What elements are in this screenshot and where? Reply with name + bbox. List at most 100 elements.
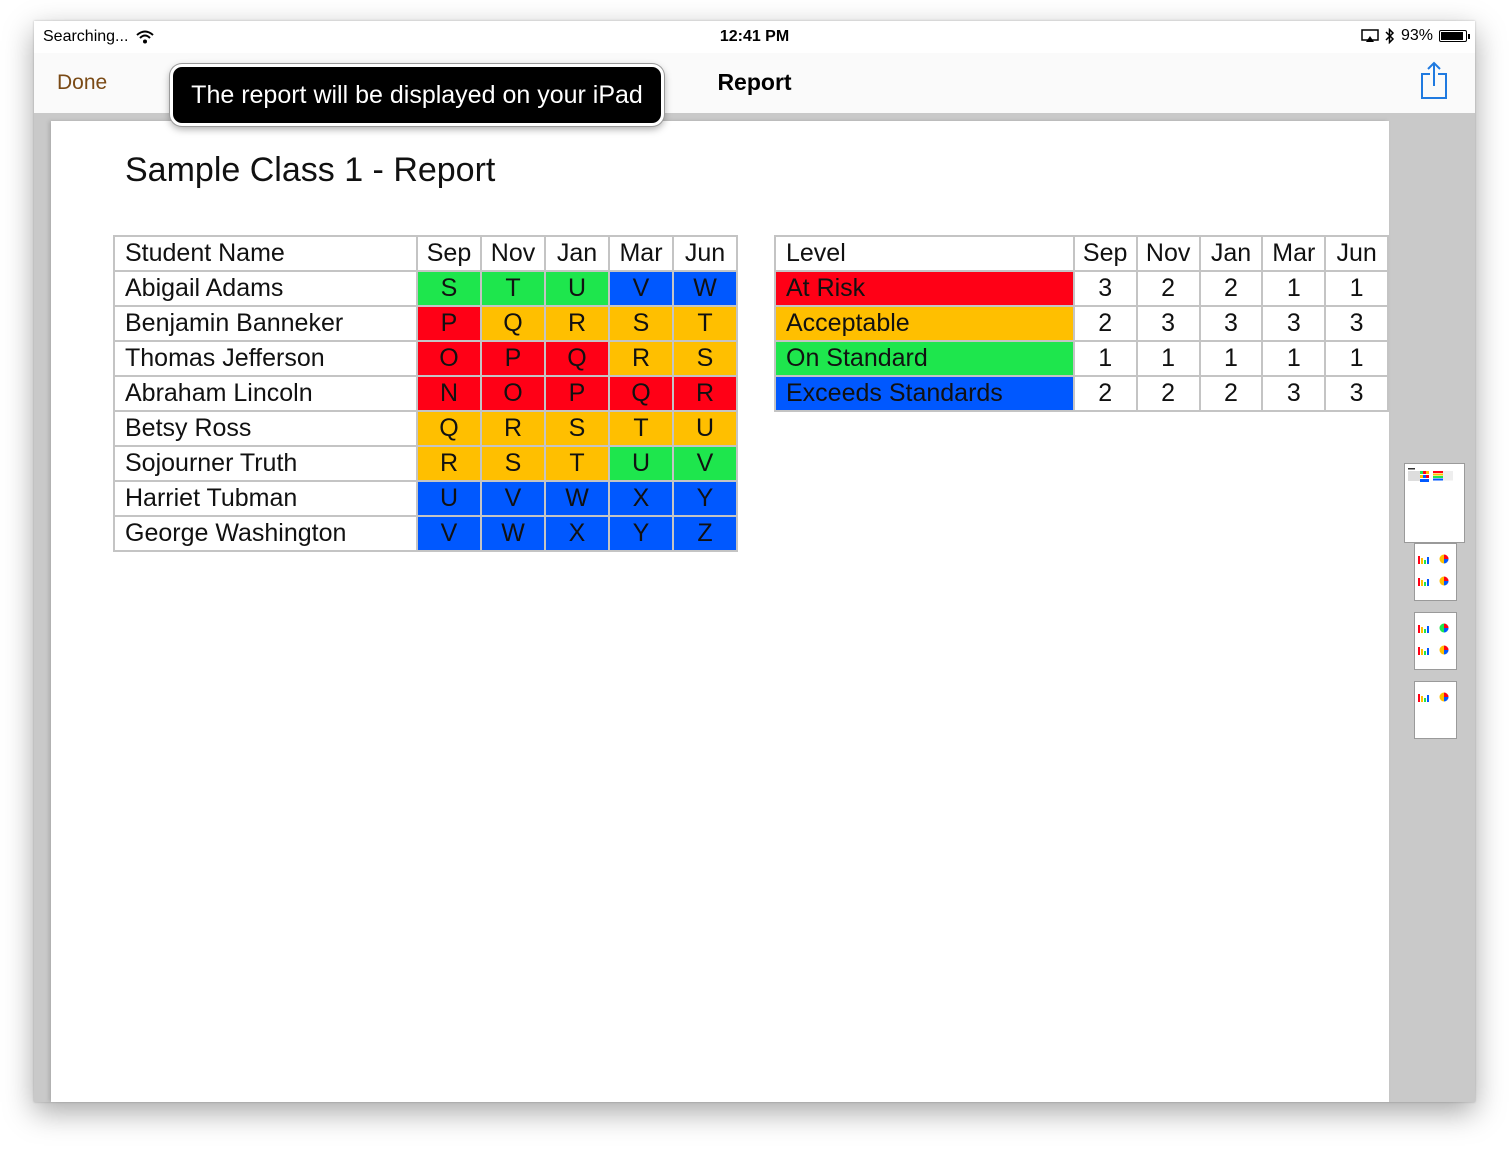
- reading-level-cell: Q: [480, 305, 546, 342]
- column-header-month: Mar: [1261, 235, 1327, 272]
- report-page[interactable]: Sample Class 1 - Report Student Name Sep N…: [51, 121, 1389, 1102]
- table-row: Abigail Adams S T U V W: [113, 270, 738, 307]
- student-name-cell: Benjamin Banneker: [113, 305, 418, 342]
- reading-level-cell: Q: [544, 340, 610, 377]
- ipad-screen: Searching... 12:41 PM 93% Done Report Sa…: [34, 21, 1475, 1102]
- student-name-cell: Betsy Ross: [113, 410, 418, 447]
- column-header-month: Mar: [608, 235, 674, 272]
- reading-level-cell: U: [608, 445, 674, 482]
- table-row: Exceeds Standards 2 2 2 3 3: [774, 375, 1389, 412]
- reading-level-cell: P: [544, 375, 610, 412]
- battery-icon: [1439, 30, 1470, 42]
- table-row: Abraham Lincoln N O P Q R: [113, 375, 738, 412]
- level-count-cell: 3: [1135, 305, 1201, 342]
- reading-level-cell: U: [416, 480, 482, 517]
- student-name-cell: Harriet Tubman: [113, 480, 418, 517]
- reading-level-cell: T: [544, 445, 610, 482]
- column-header-month: Jan: [1198, 235, 1264, 272]
- reading-level-cell: Q: [608, 375, 674, 412]
- level-name-cell: At Risk: [774, 270, 1075, 307]
- clock: 12:41 PM: [719, 28, 790, 45]
- student-name-cell: Abraham Lincoln: [113, 375, 418, 412]
- reading-level-cell: S: [672, 340, 738, 377]
- reading-level-cell: P: [416, 305, 482, 342]
- table-row: On Standard 1 1 1 1 1: [774, 340, 1389, 377]
- level-count-cell: 3: [1198, 305, 1264, 342]
- reading-level-cell: X: [544, 515, 610, 552]
- level-count-cell: 2: [1072, 305, 1138, 342]
- student-name-cell: Abigail Adams: [113, 270, 418, 307]
- reading-level-cell: Y: [608, 515, 674, 552]
- table-row: Benjamin Banneker P Q R S T: [113, 305, 738, 342]
- airplay-icon: [1361, 29, 1379, 42]
- page-thumbnail-4[interactable]: [1414, 681, 1457, 739]
- table-row: Betsy Ross Q R S T U: [113, 410, 738, 447]
- level-name-cell: Exceeds Standards: [774, 375, 1075, 412]
- reading-level-cell: N: [416, 375, 482, 412]
- reading-level-cell: R: [544, 305, 610, 342]
- table-row: Acceptable 2 3 3 3 3: [774, 305, 1389, 342]
- level-count-cell: 1: [1261, 340, 1327, 377]
- reading-level-cell: R: [672, 375, 738, 412]
- reading-level-cell: O: [480, 375, 546, 412]
- level-count-cell: 3: [1261, 305, 1327, 342]
- level-name-cell: Acceptable: [774, 305, 1075, 342]
- reading-level-cell: S: [544, 410, 610, 447]
- report-title: Sample Class 1 - Report: [125, 151, 496, 189]
- share-icon[interactable]: [1417, 61, 1451, 101]
- level-count-cell: 2: [1135, 270, 1201, 307]
- page-thumbnail-1[interactable]: [1404, 463, 1465, 543]
- level-count-cell: 1: [1261, 270, 1327, 307]
- level-count-cell: 2: [1072, 375, 1138, 412]
- reading-level-cell: V: [416, 515, 482, 552]
- reading-level-cell: U: [672, 410, 738, 447]
- column-header-month: Jun: [1324, 235, 1389, 272]
- level-count-cell: 1: [1198, 340, 1264, 377]
- reading-level-cell: R: [608, 340, 674, 377]
- level-count-cell: 3: [1072, 270, 1138, 307]
- reading-level-cell: W: [544, 480, 610, 517]
- table-row: George Washington V W X Y Z: [113, 515, 738, 552]
- level-count-cell: 2: [1198, 270, 1264, 307]
- bluetooth-icon: [1385, 28, 1395, 44]
- reading-level-cell: R: [416, 445, 482, 482]
- page-thumbnail-3[interactable]: [1414, 612, 1457, 670]
- status-bar: Searching... 12:41 PM 93%: [34, 21, 1475, 53]
- column-header-month: Nov: [1135, 235, 1201, 272]
- reading-level-cell: Q: [416, 410, 482, 447]
- level-name-cell: On Standard: [774, 340, 1075, 377]
- reading-level-cell: V: [480, 480, 546, 517]
- level-count-cell: 1: [1135, 340, 1201, 377]
- student-name-cell: Sojourner Truth: [113, 445, 418, 482]
- column-header-month: Sep: [416, 235, 482, 272]
- reading-level-cell: T: [672, 305, 738, 342]
- table-header-row: Student Name Sep Nov Jan Mar Jun: [113, 235, 738, 272]
- reading-level-cell: S: [480, 445, 546, 482]
- table-row: Harriet Tubman U V W X Y: [113, 480, 738, 517]
- student-levels-table: Student Name Sep Nov Jan Mar Jun Abigail Adams…: [113, 235, 738, 552]
- table-row: At Risk 3 2 2 1 1: [774, 270, 1389, 307]
- column-header-student-name: Student Name: [113, 235, 418, 272]
- table-header-row: Level Sep Nov Jan Mar Jun: [774, 235, 1389, 272]
- battery-percent: 93%: [1400, 27, 1433, 44]
- report-page-preview-icon: [1408, 468, 1453, 482]
- reading-level-cell: W: [672, 270, 738, 307]
- level-count-cell: 3: [1261, 375, 1327, 412]
- student-name-cell: George Washington: [113, 515, 418, 552]
- reading-level-cell: Y: [672, 480, 738, 517]
- level-count-cell: 1: [1324, 340, 1389, 377]
- reading-level-cell: O: [416, 340, 482, 377]
- report-viewer[interactable]: Sample Class 1 - Report Student Name Sep N…: [34, 113, 1475, 1102]
- table-row: Thomas Jefferson O P Q R S: [113, 340, 738, 377]
- column-header-month: Sep: [1072, 235, 1138, 272]
- level-summary-table: Level Sep Nov Jan Mar Jun At Risk 3 2 2 1 1 Acceptab…: [774, 235, 1389, 412]
- reading-level-cell: P: [480, 340, 546, 377]
- level-count-cell: 3: [1324, 375, 1389, 412]
- reading-level-cell: R: [480, 410, 546, 447]
- chart-page-preview-icon: [1418, 554, 1449, 586]
- level-count-cell: 1: [1072, 340, 1138, 377]
- page-thumbnail-2[interactable]: [1414, 543, 1457, 601]
- display-notice-tooltip: The report will be displayed on your iPa…: [170, 64, 664, 126]
- chart-page-preview-icon: [1418, 692, 1449, 702]
- level-count-cell: 3: [1324, 305, 1389, 342]
